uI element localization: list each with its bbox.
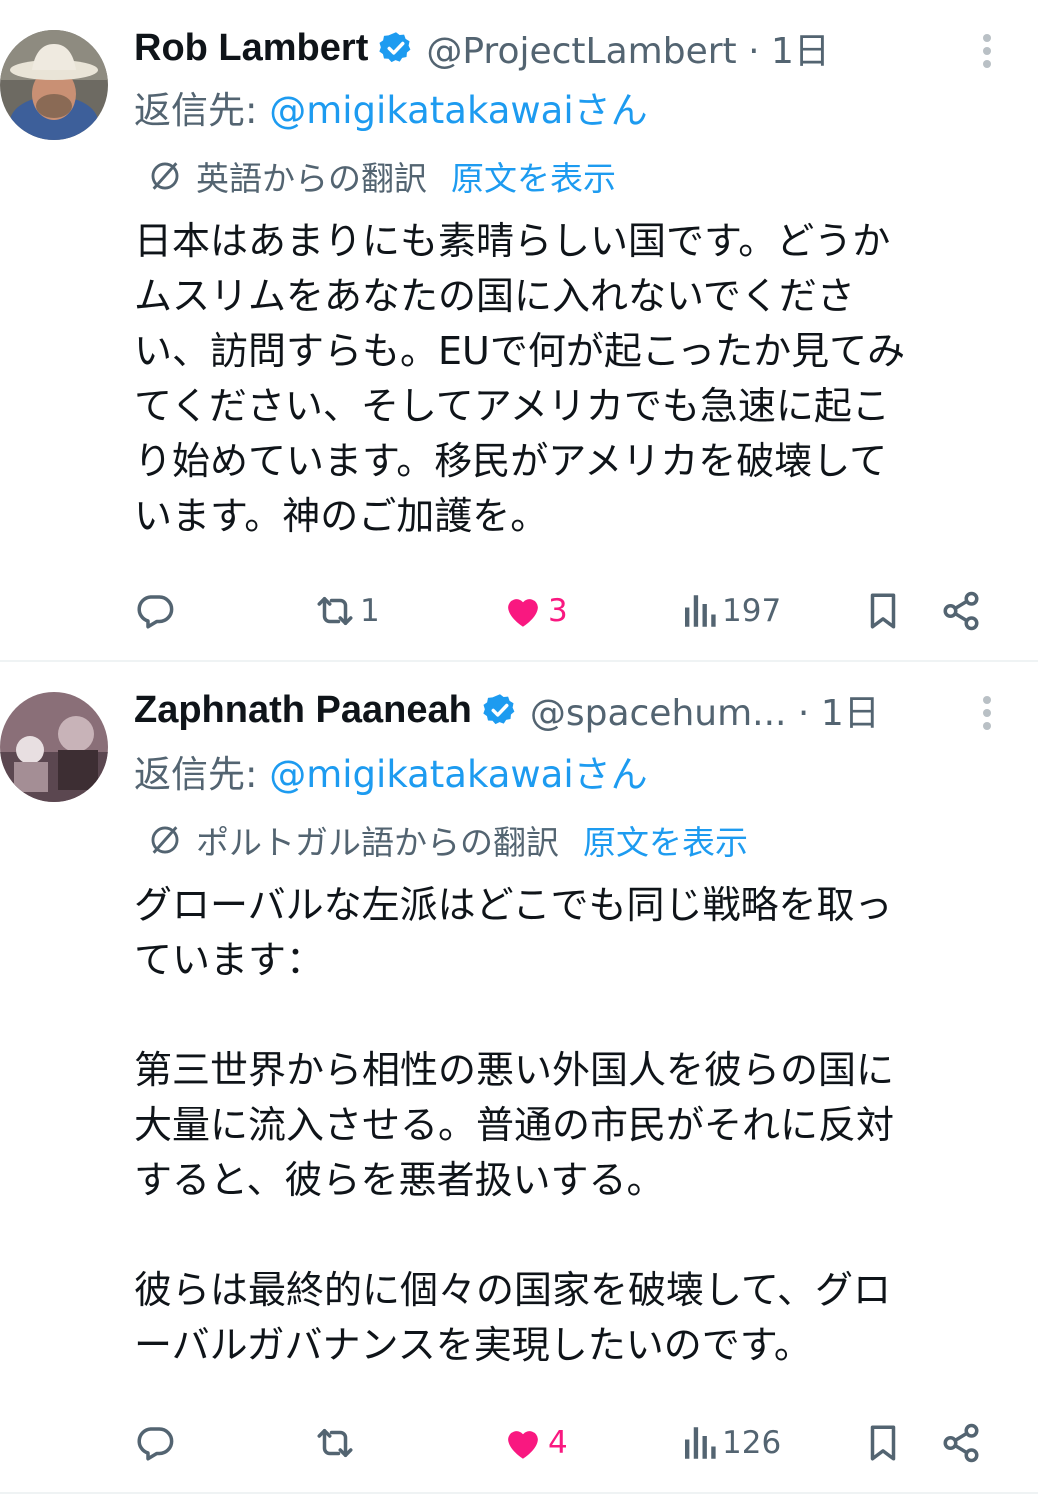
divider (0, 1492, 1038, 1494)
author-name[interactable]: Zaphnath Paaneah (134, 689, 472, 732)
reply-mention-link[interactable]: @migikatakawaiさん (269, 89, 647, 132)
like-icon (508, 599, 538, 627)
reply-button[interactable] (134, 1418, 180, 1468)
like-button[interactable]: 4 (502, 1418, 568, 1468)
view-count: 197 (722, 593, 782, 629)
bookmark-icon (870, 1425, 896, 1461)
reply-context: 返信先: @migikatakawaiさん (134, 80, 648, 134)
translation-row: 英語からの翻訳 原文を表示 (148, 152, 616, 200)
post-text: グローバルな左派はどこでも同じ戦略を取っ ています： 第三世界から相性の悪い外国… (134, 883, 895, 1367)
bookmark-icon (870, 593, 896, 629)
reply-icon (137, 595, 174, 629)
verified-badge-icon (483, 694, 515, 725)
translate-globe-icon (151, 162, 179, 190)
translation-row: ポルトガル語からの翻訳 原文を表示 (148, 816, 748, 864)
author-handle[interactable]: @ProjectLambert · 1日 (426, 22, 830, 74)
author-name[interactable]: Rob Lambert (134, 27, 368, 70)
show-original-link[interactable]: 原文を表示 (583, 816, 748, 864)
views-icon (685, 595, 716, 627)
bookmark-button[interactable] (862, 1418, 904, 1468)
more-icon[interactable] (980, 30, 994, 70)
repost-button[interactable] (314, 1418, 360, 1468)
like-button[interactable]: 3 (502, 586, 568, 636)
view-count: 126 (722, 1425, 782, 1461)
action-bar: 1 3 197 (134, 586, 994, 636)
show-original-link[interactable]: 原文を表示 (451, 152, 616, 200)
avatar[interactable] (0, 692, 108, 802)
post[interactable]: Rob Lambert @ProjectLambert · 1日 返信先: @m… (0, 0, 1038, 660)
reply-prefix: 返信先: (134, 753, 270, 796)
share-icon (943, 591, 979, 631)
translate-globe-icon (151, 826, 179, 854)
avatar[interactable] (0, 30, 108, 140)
action-bar: 4 126 (134, 1418, 994, 1468)
translation-label: 英語からの翻訳 (196, 159, 427, 198)
post[interactable]: Zaphnath Paaneah @spacehum... · 1日 返信先: … (0, 662, 1038, 1497)
share-button[interactable] (940, 1418, 982, 1468)
views-button[interactable]: 197 (680, 586, 781, 636)
translation-label: ポルトガル語からの翻訳 (196, 823, 559, 862)
more-icon[interactable] (980, 692, 994, 732)
repost-count: 1 (360, 593, 380, 629)
repost-icon (317, 1429, 353, 1457)
share-icon (943, 1423, 979, 1463)
like-count: 4 (548, 1425, 568, 1461)
verified-badge-icon (379, 32, 411, 63)
like-count: 3 (548, 593, 568, 629)
share-button[interactable] (940, 586, 982, 636)
repost-button[interactable]: 1 (314, 586, 380, 636)
views-button[interactable]: 126 (680, 1418, 781, 1468)
reply-mention-link[interactable]: @migikatakawaiさん (269, 753, 647, 796)
reply-context: 返信先: @migikatakawaiさん (134, 744, 648, 798)
reply-button[interactable] (134, 586, 180, 636)
author-handle[interactable]: @spacehum... · 1日 (530, 684, 880, 736)
views-icon (685, 1427, 716, 1459)
reply-icon (137, 1427, 174, 1461)
repost-icon (317, 597, 353, 625)
reply-prefix: 返信先: (134, 89, 270, 132)
like-icon (508, 1431, 538, 1459)
post-text: 日本はあまりにも素晴らしい国です。どうか ムスリムをあなたの国に入れないでくださ… (134, 219, 906, 538)
bookmark-button[interactable] (862, 586, 904, 636)
